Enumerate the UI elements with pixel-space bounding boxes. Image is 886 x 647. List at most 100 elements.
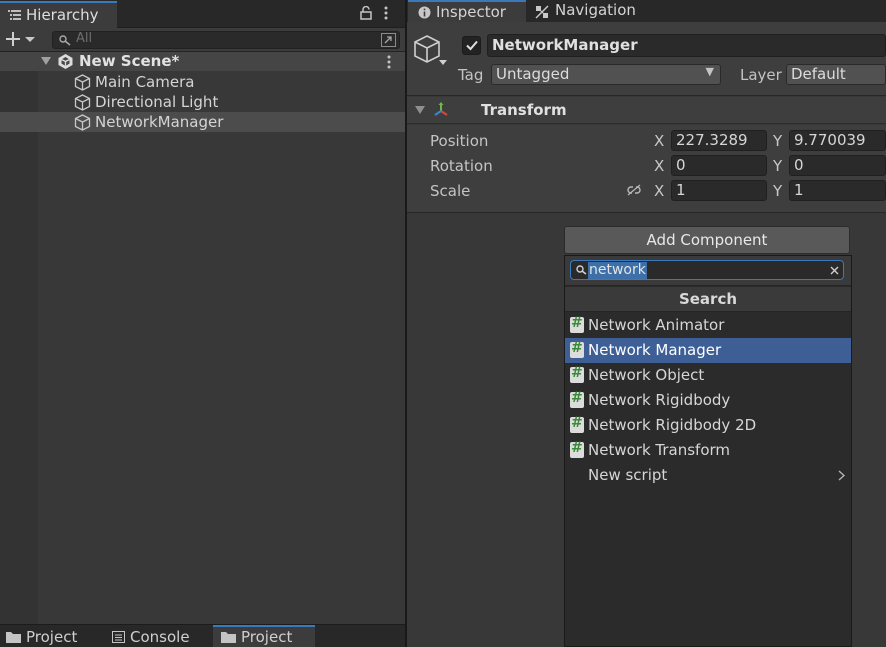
position-x-field[interactable]: 227.3289	[671, 130, 767, 151]
position-y-field[interactable]: 9.770039	[789, 130, 886, 151]
rotation-x-value: 0	[676, 156, 686, 174]
search-icon	[59, 35, 71, 46]
info-icon	[418, 6, 431, 19]
unity-scene-icon	[58, 54, 73, 69]
layer-value: Default	[791, 65, 846, 83]
scene-search-toggle-icon[interactable]	[381, 33, 396, 47]
gameobject-cube-icon	[74, 114, 91, 131]
scene-row[interactable]: New Scene*	[0, 52, 405, 71]
component-item-label: Network Animator	[588, 316, 725, 334]
popup-title: Search	[678, 290, 738, 308]
component-item-label: Network Transform	[588, 441, 731, 459]
new-script-label: New script	[588, 466, 668, 484]
component-search-text: network	[588, 262, 647, 279]
tab-inspector[interactable]: Inspector	[408, 0, 526, 22]
layer-dropdown[interactable]: Default	[786, 64, 886, 85]
more-options-icon[interactable]	[384, 6, 388, 20]
new-script-item[interactable]: New script	[565, 463, 851, 488]
checkmark-icon	[466, 40, 478, 51]
add-dropdown-icon[interactable]	[6, 32, 38, 47]
bottom-tab-bar: Project Console Project	[0, 624, 405, 647]
rotation-y-field[interactable]: 0	[789, 155, 886, 176]
chevron-right-icon	[838, 470, 845, 481]
script-icon: #	[570, 390, 584, 408]
tab-project-label: Project	[26, 628, 78, 646]
tab-hierarchy-label: Hierarchy	[26, 6, 99, 24]
scale-y-axis-label[interactable]: Y	[773, 182, 782, 200]
component-search-input[interactable]: network	[570, 260, 844, 280]
tag-dropdown[interactable]: Untagged ▼	[491, 64, 721, 85]
tab-console[interactable]: Console	[104, 625, 212, 647]
console-icon	[112, 631, 125, 643]
scale-x-value: 1	[676, 181, 686, 199]
component-item-network-transform[interactable]: # Network Transform	[565, 438, 851, 463]
folder-icon	[221, 632, 236, 643]
hierarchy-item-label: NetworkManager	[95, 113, 224, 131]
layer-label: Layer	[740, 66, 782, 84]
object-name-field[interactable]: NetworkManager	[487, 34, 886, 57]
hierarchy-item-main-camera[interactable]: Main Camera	[0, 72, 405, 92]
tab-navigation-label: Navigation	[555, 1, 636, 19]
search-icon	[576, 265, 587, 275]
position-y-axis-label[interactable]: Y	[773, 132, 782, 150]
position-x-value: 227.3289	[676, 131, 748, 149]
constrain-proportions-icon[interactable]	[626, 184, 642, 196]
scene-more-options-icon[interactable]	[387, 55, 391, 69]
scale-x-field[interactable]: 1	[671, 180, 767, 201]
object-name-value: NetworkManager	[492, 36, 638, 54]
hierarchy-gutter	[0, 52, 38, 624]
tab-project-2[interactable]: Project	[213, 625, 315, 647]
script-icon: #	[570, 440, 584, 458]
component-item-network-rigidbody[interactable]: # Network Rigidbody	[565, 388, 851, 413]
hierarchy-item-network-manager[interactable]: NetworkManager	[0, 112, 405, 132]
component-item-label: Network Object	[588, 366, 705, 384]
gameobject-cube-icon	[74, 74, 91, 91]
component-item-label: Network Rigidbody	[588, 391, 731, 409]
scene-name: New Scene*	[79, 52, 180, 70]
rotation-y-value: 0	[794, 156, 804, 174]
rotation-y-axis-label[interactable]: Y	[773, 157, 782, 175]
add-component-button[interactable]: Add Component	[564, 226, 850, 254]
scale-label[interactable]: Scale	[430, 182, 470, 200]
script-icon: #	[570, 365, 584, 383]
script-icon: #	[570, 315, 584, 333]
position-x-axis-label[interactable]: X	[654, 132, 664, 150]
tab-project-2-label: Project	[241, 628, 293, 646]
folder-icon	[6, 632, 21, 643]
transform-header[interactable]: Transform	[407, 97, 886, 124]
component-item-network-manager[interactable]: # Network Manager	[565, 338, 851, 363]
hierarchy-item-directional-light[interactable]: Directional Light	[0, 92, 405, 112]
gameobject-cube-icon	[74, 94, 91, 111]
navigation-icon	[535, 5, 549, 19]
active-checkbox[interactable]	[462, 36, 481, 55]
rotation-label[interactable]: Rotation	[430, 157, 493, 175]
hierarchy-item-label: Main Camera	[95, 73, 195, 91]
position-y-value: 9.770039	[794, 131, 866, 149]
clear-search-icon[interactable]	[830, 266, 839, 275]
tab-navigation[interactable]: Navigation	[527, 0, 657, 22]
component-item-network-object[interactable]: # Network Object	[565, 363, 851, 388]
list-icon	[8, 10, 21, 20]
rotation-x-field[interactable]: 0	[671, 155, 767, 176]
foldout-triangle-icon[interactable]	[415, 106, 425, 115]
position-label[interactable]: Position	[430, 132, 488, 150]
gameobject-large-icon[interactable]	[413, 34, 449, 70]
transform-title: Transform	[481, 101, 567, 119]
scale-y-field[interactable]: 1	[789, 180, 886, 201]
dropdown-arrow-icon: ▼	[705, 65, 714, 78]
component-item-network-animator[interactable]: # Network Animator	[565, 313, 851, 338]
tab-project[interactable]: Project	[0, 625, 104, 647]
lock-icon[interactable]	[360, 6, 372, 20]
component-item-network-rigidbody-2d[interactable]: # Network Rigidbody 2D	[565, 413, 851, 438]
transform-icon	[434, 102, 448, 116]
scale-x-axis-label[interactable]: X	[654, 182, 664, 200]
scale-y-value: 1	[794, 181, 804, 199]
tag-label: Tag	[458, 66, 484, 84]
hierarchy-search-input[interactable]: All	[52, 31, 400, 49]
tab-hierarchy[interactable]: Hierarchy	[0, 1, 117, 28]
expand-triangle-icon[interactable]	[41, 57, 51, 66]
component-item-label: Network Rigidbody 2D	[588, 416, 757, 434]
rotation-x-axis-label[interactable]: X	[654, 157, 664, 175]
add-component-label: Add Component	[646, 231, 768, 249]
hierarchy-search-placeholder: All	[76, 31, 93, 46]
